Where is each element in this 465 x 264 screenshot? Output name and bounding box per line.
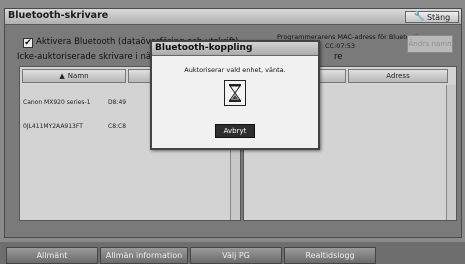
tab-general-information[interactable]: Allmän information (100, 247, 188, 264)
right-list-label: re (334, 52, 343, 62)
unauthorized-printers-label: Icke-auktoriserade skrivare i nä (17, 52, 152, 62)
cancel-button[interactable]: Avbryt (215, 124, 255, 138)
dialog-titlebar: Bluetooth-koppling (152, 42, 318, 56)
tab-general[interactable]: Allmänt (6, 247, 98, 264)
printer-address: C8:C8 (108, 122, 127, 130)
close-button-label: Stäng (426, 12, 451, 22)
wrench-icon: 🔧 (413, 11, 425, 22)
window-title: Bluetooth-skrivare (8, 10, 109, 21)
sort-up-icon: ▲ (59, 72, 65, 80)
printer-name: 0JL411MY2AA913FT (23, 122, 83, 130)
close-button[interactable]: 🔧 Stäng (405, 11, 459, 23)
enable-bluetooth-checkbox[interactable]: ✔ (23, 38, 33, 48)
printer-address: D8:49 (108, 98, 127, 106)
window-titlebar: Bluetooth-skrivare 🔧 Stäng (5, 9, 461, 25)
column-header-name[interactable]: ▲ Namn (22, 69, 126, 83)
dialog-title: Bluetooth-koppling (155, 43, 253, 53)
column-header-name-label: Namn (67, 72, 89, 80)
dialog-message: Auktoriserar vald enhet, vänta. (184, 66, 286, 74)
mac-address-value: CC:07:53 (325, 42, 355, 50)
hourglass-icon (224, 80, 246, 106)
right-list-scrollbar[interactable] (446, 85, 456, 220)
printer-name: Canon MX920 series-1 (23, 98, 91, 106)
tab-realtime-log[interactable]: Realtidslogg (284, 247, 376, 264)
column-header-address[interactable]: Adress (348, 69, 448, 83)
rename-button[interactable]: Ändra namn (407, 35, 453, 53)
bluetooth-pairing-dialog: Bluetooth-koppling Auktoriserar vald enh… (150, 40, 320, 150)
tab-select-pg[interactable]: Välj PG (190, 247, 282, 264)
